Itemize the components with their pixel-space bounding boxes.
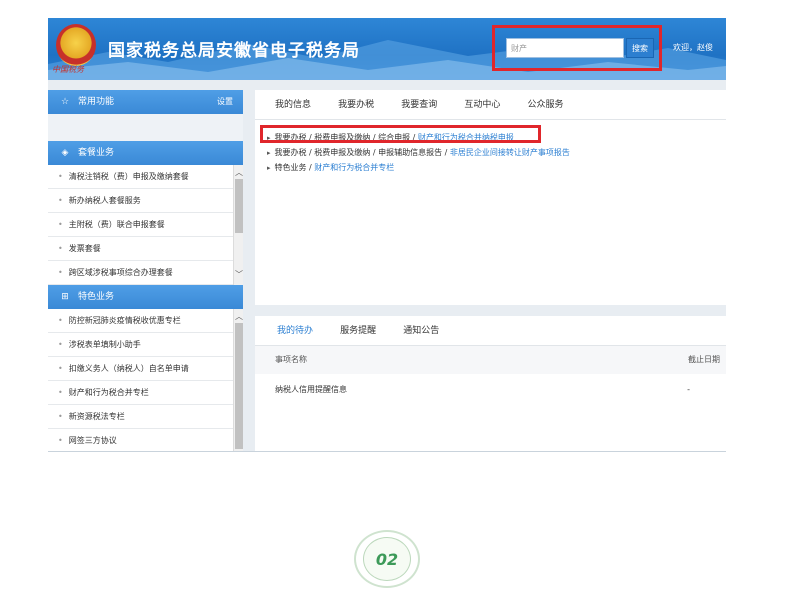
sidebar-item-package-4[interactable]: • 跨区域涉税事项综合办理套餐 [48, 261, 243, 285]
result-highlight-box [260, 125, 541, 143]
sidebar-item-label: 清税注销税（费）申报及缴纳套餐 [68, 172, 189, 181]
sidebar-settings-link[interactable]: 设置 [217, 90, 233, 114]
tab-interaction[interactable]: 互动中心 [464, 90, 500, 120]
sidebar-item-label: 财产和行为税合并专栏 [68, 388, 149, 397]
chevron-down-icon[interactable]: ﹀ [234, 269, 244, 280]
welcome-text: 欢迎，赵俊 [673, 43, 713, 52]
bullet-icon: • [58, 316, 63, 325]
sidebar-common-label: 常用功能 [78, 97, 115, 107]
triangle-right-icon: ▸ [267, 164, 271, 172]
bullet-icon: • [58, 268, 63, 277]
package-list: • 清税注销税（费）申报及缴纳套餐 • 新办纳税人套餐服务 • 主附税（费）联合申报套… [48, 165, 243, 285]
sidebar-item-special-2[interactable]: • 扣缴义务人（纳税人）自名单申请 [48, 357, 243, 381]
sidebar-item-package-2[interactable]: • 主附税（费）联合申报套餐 [48, 213, 243, 237]
sidebar: ☆ 常用功能 设置 ◈ 套餐业务 • 清税注销税（费）申报及缴纳套餐 • 新办纳税人套餐… [48, 90, 244, 451]
col-deadline: 截止日期 [688, 355, 720, 364]
bullet-icon: • [58, 244, 63, 253]
chevron-up-icon[interactable]: ︿ [234, 167, 244, 178]
sidebar-item-special-4[interactable]: • 新资源税法专栏 [48, 405, 243, 429]
search-result-2[interactable]: ▸ 特色业务 / 财产和行为税合并专栏 [267, 160, 726, 175]
todo-tabs: 我的待办 服务提醒 通知公告 [255, 316, 726, 348]
tab-tax-handling[interactable]: 我要办税 [338, 90, 374, 120]
search-highlight-box [492, 25, 662, 71]
chevron-up-icon[interactable]: ︿ [234, 311, 244, 322]
sidebar-special-header[interactable]: ⊞ 特色业务 [48, 285, 243, 309]
tab-notice[interactable]: 通知公告 [403, 316, 439, 346]
result-link[interactable]: 财产和行为税合并专栏 [314, 163, 394, 172]
search-result-1[interactable]: ▸ 我要办税 / 税费申报及缴纳 / 申报辅助信息报告 / 非居民企业间接转让财产… [267, 145, 726, 160]
tab-query[interactable]: 我要查询 [401, 90, 437, 120]
row-deadline: - [687, 385, 690, 394]
main-tabs: 我的信息 我要办税 我要查询 互动中心 公众服务 [255, 90, 726, 120]
sidebar-package-header[interactable]: ◈ 套餐业务 [48, 141, 243, 165]
sidebar-item-label: 防控新冠肺炎疫情税收优惠专栏 [68, 316, 181, 325]
table-row[interactable]: 纳税人信用提醒信息 - [255, 374, 726, 406]
sidebar-item-label: 跨区域涉税事项综合办理套餐 [68, 268, 173, 277]
browser-frame: 中国税务 国家税务总局安徽省电子税务局 财产 搜索 欢迎，赵俊 ☆ 常用功能 设置… [48, 18, 726, 452]
sidebar-item-label: 新办纳税人套餐服务 [68, 196, 141, 205]
sidebar-item-package-3[interactable]: • 发票套餐 [48, 237, 243, 261]
step-number: 02 [363, 537, 411, 581]
todo-panel: 我的待办 服务提醒 通知公告 事项名称 截止日期 纳税人信用提醒信息 - [255, 316, 726, 451]
site-title: 国家税务总局安徽省电子税务局 [108, 41, 360, 61]
bullet-icon: • [58, 412, 63, 421]
sidebar-item-special-3[interactable]: • 财产和行为税合并专栏 [48, 381, 243, 405]
tax-emblem-icon [56, 24, 96, 66]
sidebar-item-special-5[interactable]: • 网签三方协议 [48, 429, 243, 451]
sidebar-item-label: 扣缴义务人（纳税人）自名单申请 [68, 364, 189, 373]
result-path: 特色业务 / [274, 163, 315, 172]
sidebar-item-label: 网签三方协议 [68, 436, 117, 445]
bullet-icon: • [58, 388, 63, 397]
sidebar-item-label: 新资源税法专栏 [68, 412, 125, 421]
bullet-icon: • [58, 364, 63, 373]
tab-service-reminder[interactable]: 服务提醒 [340, 316, 376, 346]
sidebar-special-label: 特色业务 [78, 292, 115, 302]
tab-my-info[interactable]: 我的信息 [275, 90, 311, 120]
bullet-icon: • [58, 172, 63, 181]
sidebar-item-label: 涉税表单填制小助手 [68, 340, 141, 349]
package-scroll-thumb[interactable] [235, 179, 243, 233]
bullet-icon: • [58, 196, 63, 205]
sidebar-item-label: 发票套餐 [68, 244, 101, 253]
sidebar-package-label: 套餐业务 [78, 148, 115, 158]
col-item-name: 事项名称 [275, 355, 307, 364]
tab-public-service[interactable]: 公众服务 [527, 90, 563, 120]
sidebar-gap [48, 114, 243, 141]
star-icon: ☆ [60, 97, 70, 107]
result-link[interactable]: 非居民企业间接转让财产事项报告 [450, 148, 570, 157]
sidebar-item-label: 主附税（费）联合申报套餐 [68, 220, 165, 229]
special-scrollbar[interactable]: ︿ [233, 309, 244, 451]
row-item-name: 纳税人信用提醒信息 [275, 385, 347, 394]
result-path: 我要办税 / 税费申报及缴纳 / 申报辅助信息报告 / [274, 148, 450, 157]
bullet-icon: • [58, 220, 63, 229]
package-scrollbar[interactable]: ︿ ﹀ [233, 165, 243, 285]
special-list: • 防控新冠肺炎疫情税收优惠专栏 • 涉税表单填制小助手 • 扣缴义务人（纳税人）自名… [48, 309, 244, 451]
emblem-caption: 中国税务 [52, 65, 84, 74]
todo-table-header: 事项名称 截止日期 [255, 346, 726, 374]
tab-my-todo[interactable]: 我的待办 [277, 316, 314, 348]
layers-icon: ◈ [61, 148, 69, 158]
site-header: 中国税务 国家税务总局安徽省电子税务局 财产 搜索 欢迎，赵俊 [48, 18, 726, 80]
triangle-right-icon: ▸ [267, 149, 271, 157]
main-panel: 我的信息 我要办税 我要查询 互动中心 公众服务 ▸ 我要办税 / 税费申报及缴纳… [255, 90, 726, 305]
sidebar-item-package-1[interactable]: • 新办纳税人套餐服务 [48, 189, 243, 213]
bullet-icon: • [58, 340, 63, 349]
bullet-icon: • [58, 436, 63, 445]
sidebar-item-package-0[interactable]: • 清税注销税（费）申报及缴纳套餐 [48, 165, 243, 189]
sidebar-item-special-1[interactable]: • 涉税表单填制小助手 [48, 333, 243, 357]
special-scroll-thumb[interactable] [235, 323, 243, 449]
step-badge: 02 [354, 530, 420, 588]
sidebar-item-special-0[interactable]: • 防控新冠肺炎疫情税收优惠专栏 [48, 309, 243, 333]
sidebar-common-header[interactable]: ☆ 常用功能 设置 [48, 90, 243, 114]
grid-icon: ⊞ [61, 292, 69, 302]
